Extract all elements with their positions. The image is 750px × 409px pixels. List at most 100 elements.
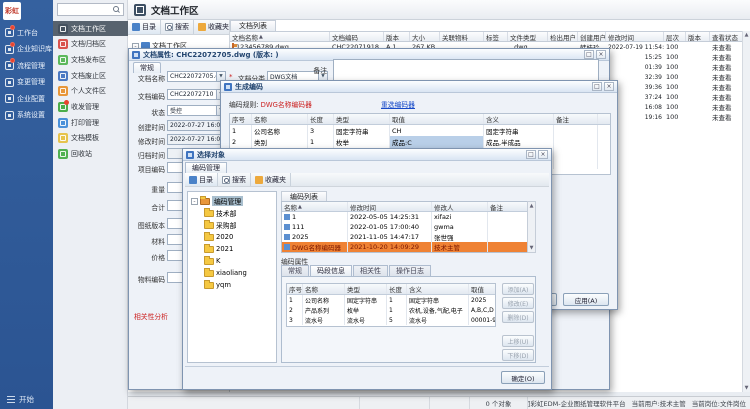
tab-code-list[interactable]: 编码列表: [281, 191, 327, 201]
column-header[interactable]: 备注: [554, 114, 598, 124]
column-header-13[interactable]: 查看状态: [710, 32, 742, 41]
close-button[interactable]: ×: [604, 82, 614, 91]
column-header-8[interactable]: 检出用户: [548, 32, 578, 41]
module-item-4[interactable]: 文档废止区: [53, 68, 128, 83]
module-item-7[interactable]: 打印管理: [53, 115, 128, 130]
scroll-down-icon[interactable]: ▼: [743, 384, 750, 392]
tab-3[interactable]: 相关性: [353, 265, 388, 276]
column-header-7[interactable]: 文件类型: [508, 32, 548, 41]
nav-item-5[interactable]: 企业配置: [0, 91, 53, 106]
module-item-9[interactable]: 回收站: [53, 147, 128, 162]
column-header-5[interactable]: 关联物料: [440, 32, 484, 41]
column-header-10[interactable]: 修改时间: [606, 32, 664, 41]
tree-node-root[interactable]: - 编码管理: [191, 195, 276, 207]
nav-item-2[interactable]: 企业知识库: [0, 42, 53, 57]
module-item-3[interactable]: 文档发布区: [53, 52, 128, 67]
close-button[interactable]: ×: [538, 150, 548, 159]
column-header-2[interactable]: 文档编码: [330, 32, 384, 41]
table-row[interactable]: 3流水号流水号5流水号00001-99999: [287, 315, 495, 325]
list-item[interactable]: 12022-05-05 14:25:31xifazi: [282, 212, 535, 222]
segment-button-2[interactable]: 修改(E): [502, 297, 534, 309]
dialog-button-3[interactable]: 应用(A): [563, 293, 609, 306]
doc-name-field[interactable]: CHC22072705.dwg: [167, 71, 217, 82]
table-row[interactable]: 1公司名称3固定字符串CH固定字符串: [230, 125, 610, 136]
maximize-button[interactable]: □: [526, 150, 536, 159]
segment-button-5[interactable]: 下移(D): [502, 349, 534, 361]
module-item-8[interactable]: 文档模板: [53, 131, 128, 146]
scroll-up-icon[interactable]: ▲: [743, 31, 750, 39]
column-header-9[interactable]: 创建用户: [578, 32, 606, 41]
search-icon[interactable]: [113, 6, 121, 14]
tree-node[interactable]: K: [204, 255, 276, 267]
column-header-12[interactable]: 版本: [686, 32, 710, 41]
start-button[interactable]: 开始: [0, 393, 53, 406]
segment-button-4[interactable]: 上移(U): [502, 335, 534, 347]
nav-item-6[interactable]: 系统设置: [0, 108, 53, 123]
tab-document-list[interactable]: 文档列表: [230, 20, 276, 31]
toolbar-button-2[interactable]: 搜索: [218, 173, 251, 186]
column-header-11[interactable]: 层次: [664, 32, 686, 41]
tree-node[interactable]: yqm: [204, 279, 276, 291]
column-header[interactable]: 序号: [230, 114, 252, 124]
module-item-5[interactable]: 个人文件区: [53, 84, 128, 99]
nav-item-1[interactable]: 工作台: [0, 25, 53, 40]
table-scrollbar[interactable]: ▲ ▼: [742, 31, 750, 392]
column-header-4[interactable]: 大小: [410, 32, 440, 41]
column-header[interactable]: 名称▲: [282, 202, 348, 211]
column-header[interactable]: 取值: [469, 284, 496, 294]
module-item-1[interactable]: 文档工作区: [53, 21, 128, 36]
tree-node[interactable]: 采购部: [204, 219, 276, 231]
nav-item-4[interactable]: 变更管理: [0, 75, 53, 90]
tree-node[interactable]: 技术部: [204, 207, 276, 219]
tree-node[interactable]: 2021: [204, 243, 276, 255]
column-header[interactable]: 类型: [334, 114, 390, 124]
column-header-6[interactable]: 标签: [484, 32, 508, 41]
segment-button-1[interactable]: 添加(A): [502, 283, 534, 295]
column-header-3[interactable]: 版本: [384, 32, 410, 41]
list-item[interactable]: DWG名称编码器2021-10-20 14:09:29技术主管: [282, 242, 535, 252]
nav-item-3[interactable]: 流程管理: [0, 58, 53, 73]
table-row[interactable]: 2产品系列枚举1农机,设备,气配,电子A,B,C,D: [287, 305, 495, 315]
tree-node[interactable]: xiaoliang: [204, 267, 276, 279]
toolbar-button-2[interactable]: 搜索: [161, 20, 194, 34]
status-field[interactable]: 受控: [167, 105, 217, 116]
toolbar-button-3[interactable]: 收藏夹: [251, 173, 291, 186]
maximize-button[interactable]: □: [592, 82, 602, 91]
tab-general[interactable]: 常规: [133, 62, 161, 73]
list-scrollbar[interactable]: ▲ ▼: [527, 201, 536, 253]
analysis-link[interactable]: 相关性分析: [134, 311, 168, 321]
column-header[interactable]: 取值: [390, 114, 484, 124]
column-header[interactable]: 长度: [387, 284, 407, 294]
toolbar-button-3[interactable]: 收藏夹: [194, 20, 234, 34]
list-item[interactable]: 1112022-01-05 17:00:40gwma: [282, 222, 535, 232]
tab-4[interactable]: 操作日志: [389, 265, 431, 276]
column-header[interactable]: 长度: [308, 114, 334, 124]
list-item[interactable]: 20252021-11-05 14:47:17张世强: [282, 232, 535, 242]
column-header[interactable]: 修改时间: [348, 202, 432, 211]
tab-2[interactable]: 码段信息: [310, 265, 352, 276]
maximize-button[interactable]: □: [584, 50, 594, 59]
ok-button[interactable]: 确定(O): [501, 371, 545, 384]
reselect-coder-link[interactable]: 重选编码器: [381, 99, 415, 109]
module-item-6[interactable]: 收发管理: [53, 100, 128, 115]
segment-button-3[interactable]: 删除(D): [502, 311, 534, 323]
close-button[interactable]: ×: [596, 50, 606, 59]
collapse-icon[interactable]: -: [191, 198, 198, 205]
tree-node[interactable]: 2020: [204, 231, 276, 243]
column-header[interactable]: 名称: [252, 114, 308, 124]
scroll-up-icon[interactable]: ▲: [528, 202, 535, 210]
doc-code-field[interactable]: CHC22072710: [167, 89, 217, 100]
column-header[interactable]: 修改人: [432, 202, 488, 211]
search-input[interactable]: [58, 4, 113, 15]
column-header[interactable]: 名称: [303, 284, 345, 294]
module-item-2[interactable]: 文档归档区: [53, 37, 128, 52]
column-header[interactable]: 类型: [345, 284, 387, 294]
tab-1[interactable]: 常规: [281, 265, 309, 276]
column-header[interactable]: 含义: [484, 114, 554, 124]
table-row[interactable]: 2类别1枚举成品:C成品,半成品: [230, 136, 610, 147]
table-row[interactable]: 1公司名称固定字符串1固定字符串2025: [287, 295, 495, 305]
tab-code-management[interactable]: 编码管理: [185, 162, 227, 173]
scroll-down-icon[interactable]: ▼: [528, 244, 535, 252]
toolbar-button-1[interactable]: 目录: [128, 20, 161, 34]
toolbar-button-1[interactable]: 目录: [185, 173, 218, 186]
